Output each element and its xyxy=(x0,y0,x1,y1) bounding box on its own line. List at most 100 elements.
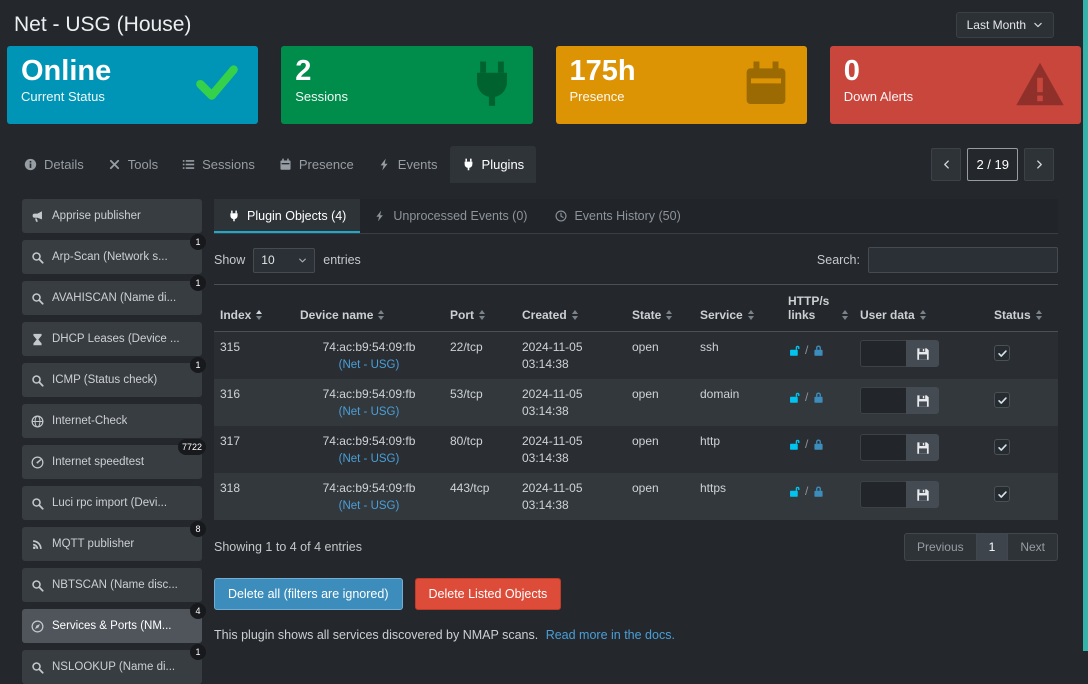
lock-open-icon[interactable] xyxy=(788,344,801,357)
previous-page-button[interactable]: Previous xyxy=(904,533,977,561)
cell-device: 74:ac:b9:54:09:fb (Net - USG) xyxy=(294,379,444,426)
cell-device: 74:ac:b9:54:09:fb (Net - USG) xyxy=(294,426,444,473)
save-user-data-button[interactable] xyxy=(906,481,939,508)
action-buttons: Delete all (filters are ignored) Delete … xyxy=(214,578,1058,610)
sidebar-item-luci-rpc-import[interactable]: Luci rpc import (Devi... xyxy=(22,486,202,520)
column-header-http-links[interactable]: HTTP/s links xyxy=(782,285,854,332)
sidebar-item-dhcp-leases[interactable]: DHCP Leases (Device ... xyxy=(22,322,202,356)
tab-presence[interactable]: Presence xyxy=(267,146,366,183)
sidebar-item-services-ports[interactable]: Services & Ports (NM... 4 xyxy=(22,609,202,643)
next-device-button[interactable] xyxy=(1024,148,1054,181)
device-link[interactable]: (Net - USG) xyxy=(339,453,400,465)
column-header-port[interactable]: Port xyxy=(444,285,516,332)
save-user-data-button[interactable] xyxy=(906,387,939,414)
subtab-unprocessed-events[interactable]: Unprocessed Events (0) xyxy=(360,199,541,233)
lock-closed-icon[interactable] xyxy=(812,391,825,404)
lock-closed-icon[interactable] xyxy=(812,485,825,498)
lock-open-icon[interactable] xyxy=(788,485,801,498)
user-data-input[interactable] xyxy=(860,340,906,367)
user-data-input[interactable] xyxy=(860,434,906,461)
status-checkbox[interactable] xyxy=(994,392,1010,408)
chevron-down-icon xyxy=(298,256,307,265)
device-link[interactable]: (Net - USG) xyxy=(339,500,400,512)
tab-sessions[interactable]: Sessions xyxy=(170,146,267,183)
column-header-created[interactable]: Created xyxy=(516,285,626,332)
tab-plugins[interactable]: Plugins xyxy=(450,146,537,183)
sort-icon xyxy=(1036,310,1042,322)
sort-icon xyxy=(842,310,848,322)
docs-link[interactable]: Read more in the docs. xyxy=(546,628,675,642)
cell-state: open xyxy=(626,332,694,380)
sidebar-item-label: Services & Ports (NM... xyxy=(52,620,172,632)
cell-index: 315 xyxy=(214,332,294,380)
next-page-button[interactable]: Next xyxy=(1007,533,1058,561)
broadcast-icon xyxy=(31,538,44,551)
bolt-icon xyxy=(374,210,386,222)
sidebar-item-avahiscan[interactable]: AVAHISCAN (Name di... 1 xyxy=(22,281,202,315)
cell-created: 2024-11-05 03:14:38 xyxy=(516,379,626,426)
cell-created: 2024-11-05 03:14:38 xyxy=(516,332,626,380)
column-header-state[interactable]: State xyxy=(626,285,694,332)
delete-all-button[interactable]: Delete all (filters are ignored) xyxy=(214,578,403,610)
cell-service: domain xyxy=(694,379,782,426)
device-link[interactable]: (Net - USG) xyxy=(339,359,400,371)
cell-device: 74:ac:b9:54:09:fb (Net - USG) xyxy=(294,332,444,380)
floppy-icon xyxy=(916,488,930,502)
sidebar-item-nbtscan[interactable]: NBTSCAN (Name disc... xyxy=(22,568,202,602)
subtab-label: Events History (50) xyxy=(574,209,680,223)
cell-port: 22/tcp xyxy=(444,332,516,380)
page-size-select[interactable]: 10 xyxy=(253,248,315,273)
chevron-left-icon xyxy=(941,159,952,170)
status-checkbox[interactable] xyxy=(994,486,1010,502)
sidebar-item-icmp[interactable]: ICMP (Status check) 1 xyxy=(22,363,202,397)
status-checkbox[interactable] xyxy=(994,439,1010,455)
column-header-index[interactable]: Index xyxy=(214,285,294,332)
sidebar-item-nslookup[interactable]: NSLOOKUP (Name di... 1 xyxy=(22,650,202,684)
table-footer: Showing 1 to 4 of 4 entries Previous 1 N… xyxy=(214,533,1058,561)
prev-device-button[interactable] xyxy=(931,148,961,181)
sidebar-item-apprise-publisher[interactable]: Apprise publisher xyxy=(22,199,202,233)
column-header-status[interactable]: Status xyxy=(988,285,1058,332)
links-separator: / xyxy=(805,390,808,404)
tab-bar: Details Tools Sessions Presence Events P… xyxy=(0,146,1088,183)
calendar-icon xyxy=(279,158,292,171)
cell-created: 2024-11-05 03:14:38 xyxy=(516,426,626,473)
cell-device: 74:ac:b9:54:09:fb (Net - USG) xyxy=(294,473,444,520)
status-checkbox[interactable] xyxy=(994,345,1010,361)
page-1-button[interactable]: 1 xyxy=(976,533,1009,561)
search-input[interactable] xyxy=(868,247,1058,273)
save-user-data-button[interactable] xyxy=(906,340,939,367)
cell-http-links: / xyxy=(782,332,854,380)
subtab-events-history[interactable]: Events History (50) xyxy=(541,199,694,233)
search-label: Search: xyxy=(817,253,860,267)
cell-port: 53/tcp xyxy=(444,379,516,426)
cell-state: open xyxy=(626,473,694,520)
lock-open-icon[interactable] xyxy=(788,391,801,404)
user-data-input[interactable] xyxy=(860,481,906,508)
user-data-input[interactable] xyxy=(860,387,906,414)
lock-closed-icon[interactable] xyxy=(812,438,825,451)
device-link[interactable]: (Net - USG) xyxy=(339,406,400,418)
sidebar-item-arp-scan[interactable]: Arp-Scan (Network s... 1 xyxy=(22,240,202,274)
subtab-plugin-objects[interactable]: Plugin Objects (4) xyxy=(214,199,360,233)
sidebar-item-label: Internet speedtest xyxy=(52,456,144,468)
column-header-device-name[interactable]: Device name xyxy=(294,285,444,332)
tab-events[interactable]: Events xyxy=(366,146,450,183)
save-user-data-button[interactable] xyxy=(906,434,939,461)
column-header-service[interactable]: Service xyxy=(694,285,782,332)
lock-closed-icon[interactable] xyxy=(812,344,825,357)
period-dropdown[interactable]: Last Month xyxy=(956,12,1054,38)
delete-listed-button[interactable]: Delete Listed Objects xyxy=(415,578,562,610)
tab-tools[interactable]: Tools xyxy=(96,146,170,183)
hourglass-icon xyxy=(31,333,44,346)
sidebar-item-internet-check[interactable]: Internet-Check xyxy=(22,404,202,438)
calendar-icon xyxy=(741,59,791,109)
column-header-user-data[interactable]: User data xyxy=(854,285,988,332)
sidebar-item-mqtt-publisher[interactable]: MQTT publisher 8 xyxy=(22,527,202,561)
period-value: Last Month xyxy=(967,18,1026,32)
tab-details[interactable]: Details xyxy=(12,146,96,183)
lock-open-icon[interactable] xyxy=(788,438,801,451)
sidebar-item-label: MQTT publisher xyxy=(52,538,134,550)
sidebar-item-label: NSLOOKUP (Name di... xyxy=(52,661,175,673)
sidebar-item-internet-speedtest[interactable]: Internet speedtest 7722 xyxy=(22,445,202,479)
